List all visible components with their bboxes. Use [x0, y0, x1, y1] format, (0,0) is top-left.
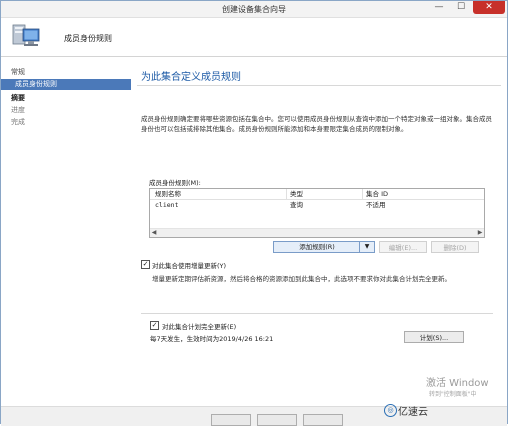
maximize-button[interactable]: ☐ — [451, 1, 471, 14]
nav-item-general[interactable]: 常规 — [1, 67, 131, 78]
nav-item-summary[interactable]: 摘要 — [1, 93, 131, 104]
rule-name-cell: client — [155, 201, 179, 209]
schedule-text: 每7天发生，生效时间为2019/4/26 16:21 — [150, 335, 274, 343]
brand-logo-icon: ◎ — [384, 404, 397, 417]
nav-item-completion: 完成 — [11, 118, 25, 126]
activation-watermark: 激活 Window — [426, 378, 489, 389]
summary-button[interactable] — [303, 414, 343, 426]
column-header-collection-id[interactable]: 集合 ID — [366, 189, 388, 199]
schedule-button[interactable]: 计划(S)... — [404, 331, 464, 343]
wizard-nav: 常规 成员身份规则 摘要 进度 完成 — [1, 57, 131, 425]
column-header-rule-name[interactable]: 规则名称 — [155, 189, 181, 199]
scroll-left-icon[interactable]: ◀ — [150, 229, 158, 237]
section-divider — [141, 313, 493, 314]
edit-rule-button[interactable]: 编辑(E)... — [379, 241, 427, 253]
title-bar: 创建设备集合向导 — ☐ ✕ — [1, 1, 507, 18]
column-divider[interactable] — [286, 189, 287, 199]
activation-hint: 转到"控制面板"中 — [429, 391, 477, 398]
column-header-type[interactable]: 类型 — [290, 189, 303, 199]
table-row[interactable]: client 查询 不适用 — [150, 200, 484, 210]
rules-list-label: 成员身份规则(M): — [149, 179, 201, 187]
minimize-button[interactable]: — — [429, 1, 449, 14]
rule-collection-id-cell: 不适用 — [366, 201, 386, 209]
column-divider[interactable] — [362, 189, 363, 199]
horizontal-scrollbar[interactable]: ◀ ▶ — [150, 228, 484, 237]
nav-item-membership-rules[interactable]: 成员身份规则 — [1, 79, 131, 90]
wizard-content: 为此集合定义成员规则 成员身份规则确定要将哪些资源包括在集合中。您可以使用成员身… — [131, 57, 507, 425]
title-divider — [137, 85, 501, 86]
add-rule-label: 添加规则(R) — [299, 243, 335, 251]
rule-type-cell: 查询 — [290, 201, 303, 209]
full-update-label[interactable]: 对此集合计划完全更新(E) — [162, 321, 236, 331]
wizard-header: 成员身份规则 — [1, 18, 507, 57]
close-button[interactable]: ✕ — [473, 1, 505, 14]
nav-item-progress: 进度 — [11, 106, 25, 114]
previous-button[interactable] — [211, 414, 251, 426]
chevron-down-icon[interactable]: ▼ — [359, 242, 374, 252]
header-title: 成员身份规则 — [64, 34, 112, 43]
brand-watermark: 亿速云 — [398, 407, 428, 418]
incremental-update-label[interactable]: 对此集合使用增量更新(Y) — [152, 260, 226, 270]
incremental-update-checkbox[interactable]: ✓ — [141, 260, 150, 269]
membership-rules-list[interactable]: 规则名称 类型 集合 ID client 查询 不适用 ◀ ▶ — [149, 188, 485, 238]
rules-description: 成员身份规则确定要将哪些资源包括在集合中。您可以使用成员身份规则从查询中添加一个… — [141, 115, 492, 133]
next-button[interactable] — [257, 414, 297, 426]
scroll-right-icon[interactable]: ▶ — [476, 229, 484, 237]
wizard-footer — [1, 406, 507, 426]
full-update-checkbox[interactable]: ✓ — [150, 321, 159, 330]
rules-list-header: 规则名称 类型 集合 ID — [150, 189, 484, 200]
page-title: 为此集合定义成员规则 — [141, 72, 241, 83]
wizard-window: 创建设备集合向导 — ☐ ✕ 成员身份规则 常规 成员身份规则 摘要 进度 完成… — [0, 0, 508, 426]
delete-rule-button[interactable]: 删除(D) — [431, 241, 479, 253]
incremental-update-note: 增量更新定期评估新资源，然后将合格的资源添加到此集合中，此选项不要求你对此集合计… — [152, 275, 451, 283]
add-rule-button[interactable]: 添加规则(R) ▼ — [273, 241, 375, 253]
computer-collection-icon — [12, 24, 40, 46]
